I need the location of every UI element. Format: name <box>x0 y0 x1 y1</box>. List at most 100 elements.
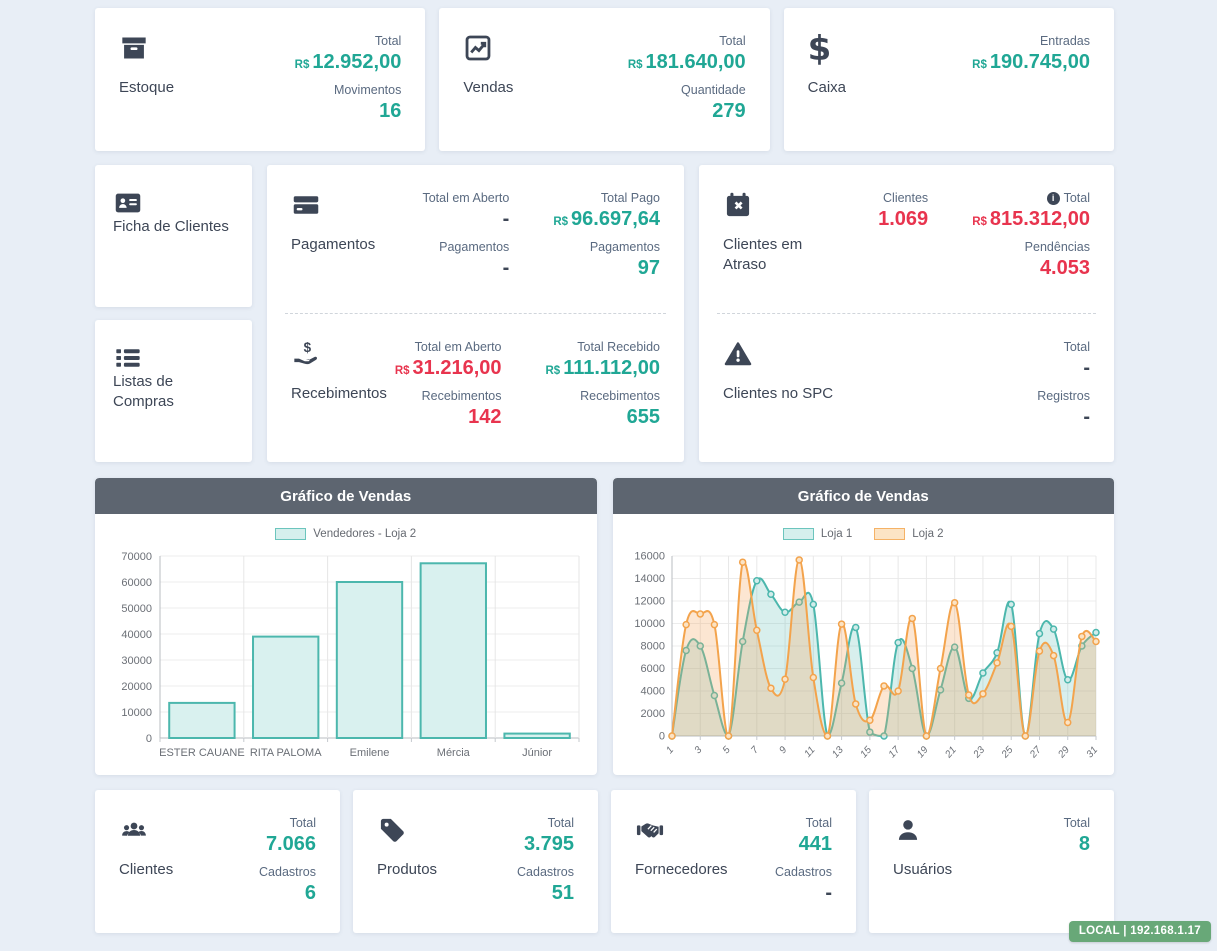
svg-text:20000: 20000 <box>121 681 152 693</box>
stat-value: 655 <box>627 406 660 429</box>
stat-value: 8 <box>1079 833 1090 856</box>
stat: Total R$181.640,00 <box>628 34 746 74</box>
stat: Pagamentos 97 <box>590 240 660 280</box>
local-ip-badge: LOCAL | 192.168.1.17 <box>1069 921 1211 942</box>
svg-text:0: 0 <box>146 733 152 745</box>
card-title: Fornecedores <box>635 860 728 880</box>
legend-swatch <box>874 528 905 540</box>
svg-text:15: 15 <box>859 744 875 760</box>
info-icon[interactable]: i <box>1047 192 1060 205</box>
card-ficha-clientes[interactable]: Ficha de Clientes <box>95 165 252 307</box>
svg-text:ESTER CAUANE: ESTER CAUANE <box>159 747 245 759</box>
stat-value: 3.795 <box>524 833 574 856</box>
section-clientes-em-atraso[interactable]: Clientes em Atraso Clientes 1.069 iTotal… <box>699 165 1114 313</box>
card-usuarios[interactable]: Usuários Total 8 <box>869 790 1114 933</box>
card-title: Clientes no SPC <box>723 384 833 404</box>
user-icon <box>893 816 925 846</box>
stat: Registros - <box>1037 389 1090 429</box>
stat: Total Recebido R$111.112,00 <box>546 340 661 380</box>
id-card-icon <box>113 189 234 217</box>
stat: Clientes 1.069 <box>878 191 928 231</box>
chart-legend: Vendedores - Loja 2 <box>275 528 416 540</box>
chart-title: Gráfico de Vendas <box>95 478 597 514</box>
svg-text:70000: 70000 <box>121 551 152 563</box>
svg-text:Júnior: Júnior <box>522 747 552 759</box>
card-title: Ficha de Clientes <box>113 217 234 237</box>
stat-value: 1.069 <box>878 208 928 231</box>
summary-row-middle: Ficha de Clientes Listas de Compras Paga… <box>95 165 1114 462</box>
card-produtos[interactable]: Produtos Total 3.795 Cadastros 51 <box>353 790 598 933</box>
svg-text:23: 23 <box>971 744 988 761</box>
bar-chart: 010000200003000040000500006000070000ESTE… <box>105 544 587 772</box>
stat-value: R$96.697,64 <box>553 208 660 231</box>
svg-text:2000: 2000 <box>641 708 665 720</box>
hand-holding-dollar-icon: $ <box>291 340 323 370</box>
section-pagamentos[interactable]: Pagamentos Total em Aberto - Pagamentos … <box>267 165 684 313</box>
sales-line-chart-card: Gráfico de Vendas Loja 1 Loja 2 02000400… <box>613 478 1115 775</box>
card-caixa[interactable]: $ Caixa Entradas R$190.745,00 <box>784 8 1114 151</box>
stat-value: 16 <box>379 100 401 123</box>
chart-title: Gráfico de Vendas <box>613 478 1115 514</box>
card-title: Produtos <box>377 860 437 880</box>
stat-value: R$111.112,00 <box>546 357 661 380</box>
stat-value: 4.053 <box>1040 257 1090 280</box>
card-title: Usuários <box>893 860 952 880</box>
card-fornecedores[interactable]: Fornecedores Total 441 Cadastros - <box>611 790 856 933</box>
stat-value: 51 <box>552 882 574 905</box>
legend-item-loja1[interactable]: Loja 1 <box>783 528 852 540</box>
stat: Total 8 <box>1064 816 1090 856</box>
stat-value: - <box>1083 406 1090 429</box>
stat: Total R$12.952,00 <box>295 34 402 74</box>
svg-text:5: 5 <box>721 744 733 756</box>
svg-text:12000: 12000 <box>635 596 666 608</box>
card-listas-compras[interactable]: Listas de Compras <box>95 320 252 462</box>
users-icon <box>119 816 151 846</box>
stat-value: R$190.745,00 <box>972 51 1090 74</box>
stat: Total 441 <box>799 816 832 856</box>
svg-text:60000: 60000 <box>121 577 152 589</box>
list-icon <box>113 344 234 372</box>
section-recebimentos[interactable]: $ Recebimentos Total em Aberto R$31.216,… <box>267 314 684 462</box>
line-chart: 0200040006000800010000120001400016000135… <box>622 544 1104 775</box>
sales-bar-chart-card: Gráfico de Vendas Vendedores - Loja 2 0 1… <box>95 478 597 775</box>
card-title: Caixa <box>808 78 846 98</box>
svg-text:16000: 16000 <box>635 551 666 563</box>
section-clientes-no-spc[interactable]: Clientes no SPC Total - Registros - <box>699 314 1114 462</box>
stat-value: R$181.640,00 <box>628 51 746 74</box>
svg-text:7: 7 <box>749 744 761 756</box>
card-vendas[interactable]: Vendas Total R$181.640,00 Quantidade 279 <box>439 8 769 151</box>
legend-swatch <box>783 528 814 540</box>
legend-item-loja2[interactable]: Loja 2 <box>874 528 943 540</box>
svg-text:6000: 6000 <box>641 663 665 675</box>
svg-text:9: 9 <box>778 744 790 756</box>
stat-value: - <box>1083 357 1090 380</box>
stat: Pendências 4.053 <box>1025 240 1090 280</box>
svg-text:11: 11 <box>803 745 818 760</box>
svg-text:Emilene: Emilene <box>349 747 389 759</box>
svg-text:4000: 4000 <box>641 686 665 698</box>
svg-text:13: 13 <box>830 744 846 760</box>
card-clientes-atraso-spc: Clientes em Atraso Clientes 1.069 iTotal… <box>699 165 1114 462</box>
svg-text:10000: 10000 <box>635 618 666 630</box>
charts-row: Gráfico de Vendas Vendedores - Loja 2 0 1… <box>95 478 1114 775</box>
stat-value: 441 <box>799 833 832 856</box>
svg-text:25: 25 <box>999 744 1016 761</box>
stat: iTotal R$815.312,00 <box>972 191 1090 231</box>
svg-text:29: 29 <box>1056 744 1073 761</box>
stat-value: - <box>825 882 832 905</box>
card-title: Clientes em Atraso <box>723 235 809 276</box>
stat-value: - <box>503 208 510 231</box>
stat: Cadastros 51 <box>517 865 574 905</box>
legend-item-vendedores-loja2[interactable]: Vendedores - Loja 2 <box>275 528 416 540</box>
card-clientes[interactable]: Clientes Total 7.066 Cadastros 6 <box>95 790 340 933</box>
svg-text:10000: 10000 <box>121 707 152 719</box>
stat-value: 6 <box>305 882 316 905</box>
summary-row-top: Estoque Total R$12.952,00 Movimentos 16 <box>95 8 1114 151</box>
svg-text:50000: 50000 <box>121 603 152 615</box>
chart-line-icon <box>463 34 495 64</box>
card-title: Listas de Compras <box>113 372 199 413</box>
dashboard: Estoque Total R$12.952,00 Movimentos 16 <box>0 0 1217 943</box>
stat: Quantidade 279 <box>681 83 746 123</box>
svg-text:1: 1 <box>665 745 677 756</box>
card-estoque[interactable]: Estoque Total R$12.952,00 Movimentos 16 <box>95 8 425 151</box>
